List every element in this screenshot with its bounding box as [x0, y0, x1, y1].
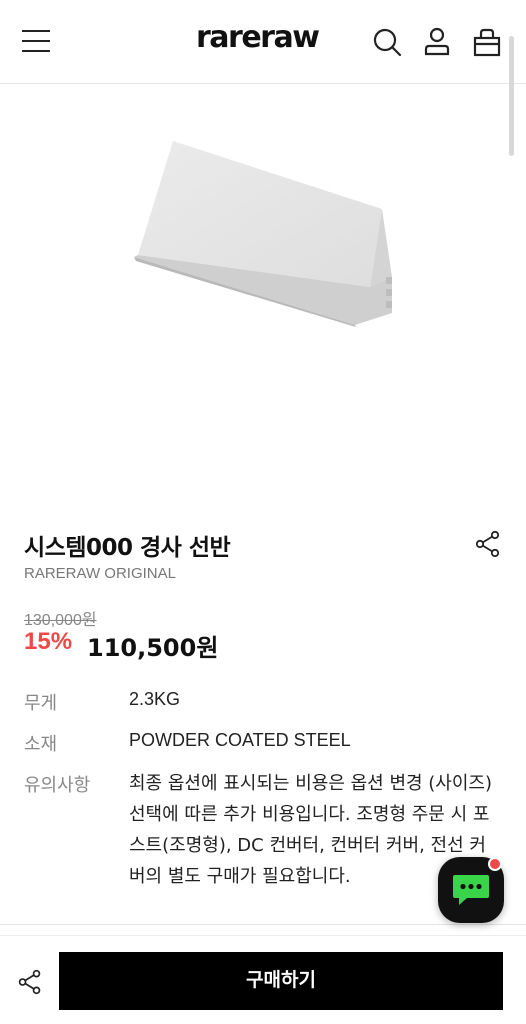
search-icon[interactable] — [371, 26, 403, 58]
chat-bubble-icon — [453, 875, 489, 905]
product-title: 시스템000 경사 선반 — [24, 535, 231, 561]
discount-rate: 15% — [24, 628, 73, 655]
share-icon[interactable] — [17, 969, 43, 995]
divider — [0, 924, 526, 925]
share-icon[interactable] — [474, 530, 502, 558]
sale-price: 110,500원 — [87, 634, 219, 662]
original-price: 130,000원 — [24, 612, 97, 629]
logo[interactable]: rareraw — [196, 20, 320, 55]
spec-label-material: 소재 — [24, 734, 58, 755]
user-icon[interactable] — [421, 26, 453, 58]
spec-value-weight: 2.3KG — [129, 689, 181, 709]
spec-label-notice: 유의사항 — [24, 775, 91, 796]
bag-icon[interactable] — [471, 26, 503, 58]
menu-icon[interactable] — [22, 28, 50, 54]
buy-button[interactable]: 구매하기 — [59, 952, 503, 1010]
header: rareraw — [0, 0, 526, 84]
notification-dot — [488, 857, 502, 871]
spec-label-weight: 무게 — [24, 693, 58, 714]
bottom-bar: 구매하기 — [0, 935, 526, 1024]
product-image[interactable] — [0, 85, 526, 505]
spec-value-material: POWDER COATED STEEL — [129, 730, 351, 750]
brand-name[interactable]: RARERAW ORIGINAL — [24, 565, 176, 582]
